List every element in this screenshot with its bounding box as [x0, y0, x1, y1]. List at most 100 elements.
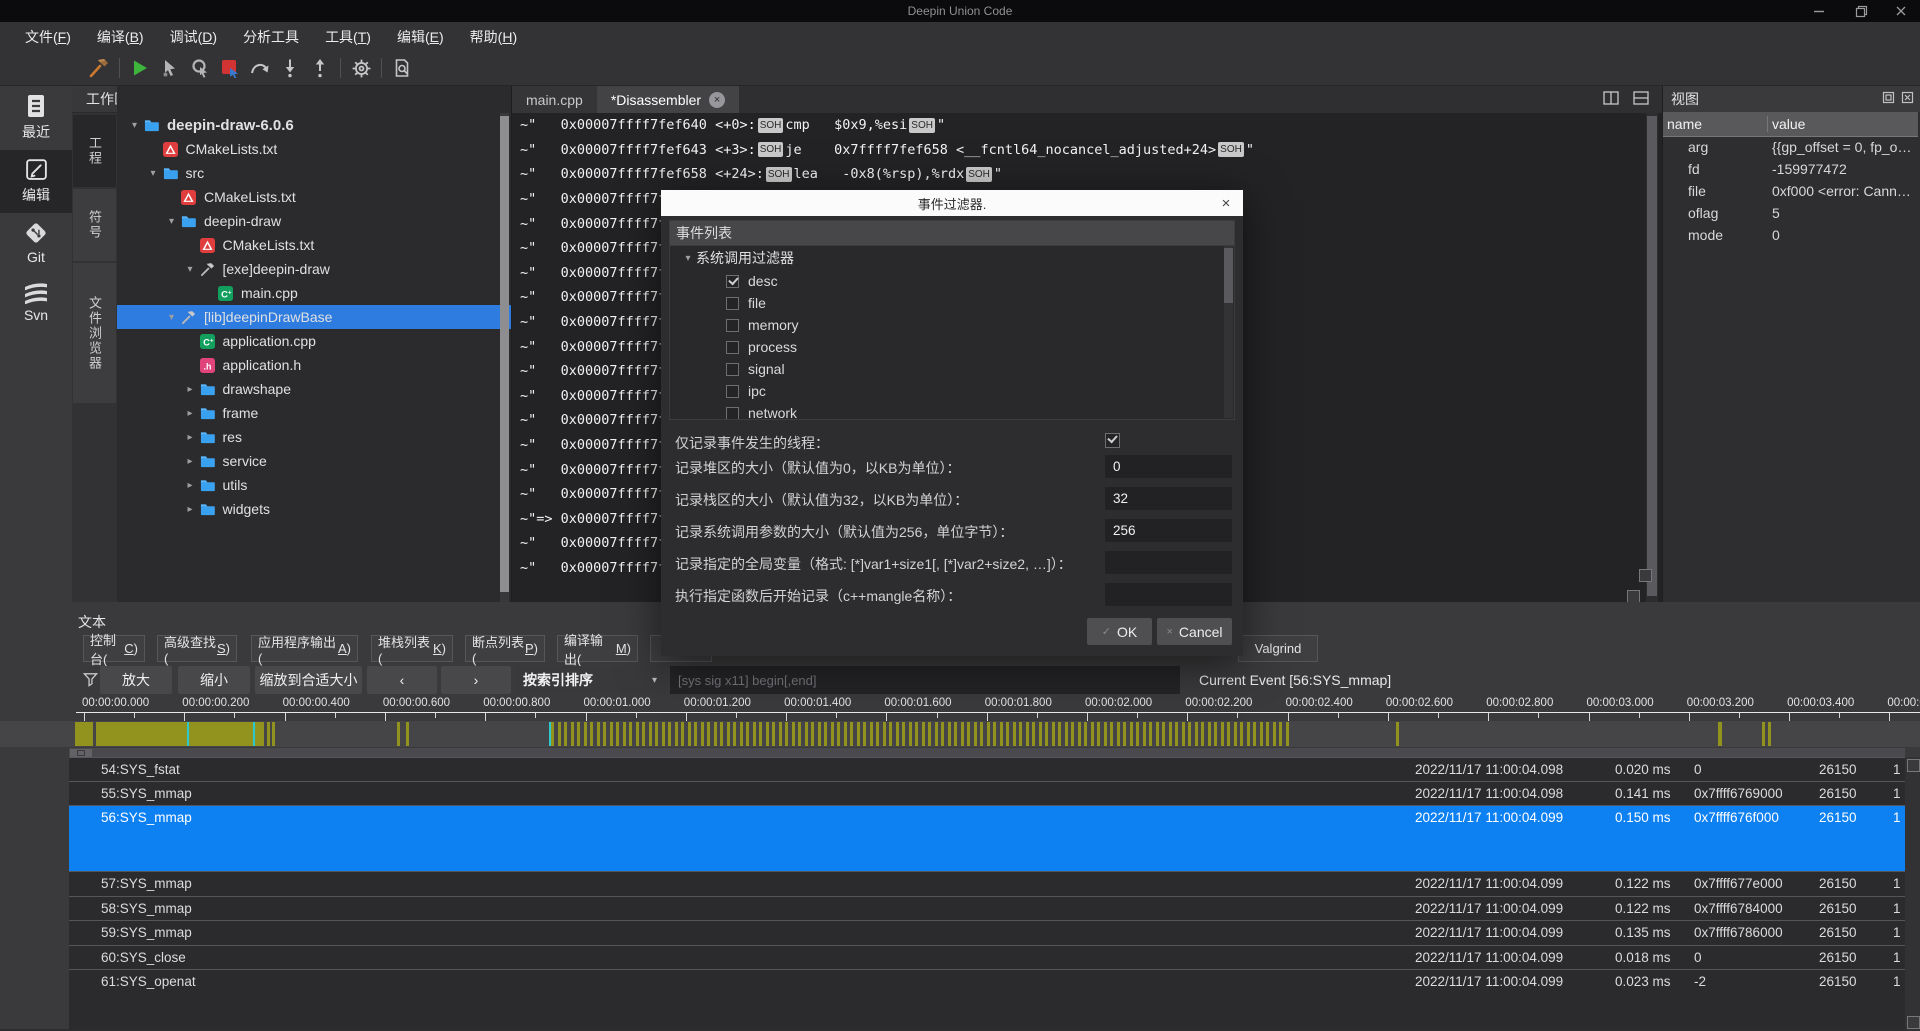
- expand-arrow-icon[interactable]: ▸: [181, 480, 200, 491]
- filter-option-ipc[interactable]: ipc: [670, 380, 1234, 402]
- expand-arrow-icon[interactable]: ▸: [181, 432, 200, 443]
- scroll-up-icon[interactable]: [1907, 759, 1920, 772]
- tree-item-frame[interactable]: ▸frame: [117, 401, 512, 425]
- view-row-oflag[interactable]: oflag 5: [1663, 202, 1918, 224]
- debug-record-button[interactable]: [185, 55, 215, 81]
- editor-tab-Disassembler[interactable]: *Disassembler×: [597, 86, 739, 113]
- filter-funnel-icon[interactable]: [82, 671, 99, 691]
- close-button[interactable]: [1888, 3, 1914, 19]
- event-list-scrollbar[interactable]: [1224, 246, 1233, 418]
- expand-arrow-icon[interactable]: ▸: [181, 384, 200, 395]
- checkbox-signal[interactable]: [726, 363, 739, 376]
- view-col-name[interactable]: name: [1663, 116, 1768, 132]
- tree-item-CMakeLists.txt[interactable]: CMakeLists.txt: [117, 233, 512, 257]
- event-row-57:SYS_mmap[interactable]: 57:SYS_mmap 2022/11/17 11:00:04.099 0.12…: [69, 871, 1905, 896]
- step-out-button[interactable]: [305, 55, 335, 81]
- expand-arrow-icon[interactable]: ▸: [181, 504, 200, 515]
- collapse-arrow-icon[interactable]: ▾: [144, 168, 163, 179]
- disassembly-line[interactable]: ~" 0x00007ffff7fe: [520, 531, 674, 556]
- disassembly-line[interactable]: ~"=> 0x00007ffff7fe: [520, 507, 674, 532]
- debug-attach-button[interactable]: [155, 55, 185, 81]
- dock-tab-Valgrind[interactable]: Valgrind: [1238, 635, 1318, 662]
- event-row-59:SYS_mmap[interactable]: 59:SYS_mmap 2022/11/17 11:00:04.099 0.13…: [69, 920, 1905, 945]
- view-row-fd[interactable]: fd -159977472: [1663, 158, 1918, 180]
- side-tab-工程[interactable]: 工程: [73, 115, 116, 187]
- filter-option-file[interactable]: file: [670, 292, 1234, 314]
- tree-scrollbar[interactable]: [500, 113, 509, 602]
- search-doc-button[interactable]: [387, 55, 417, 81]
- disassembly-line[interactable]: ~" 0x00007ffff7fef643 <+3>:SOHje 0x7ffff…: [520, 138, 1254, 163]
- event-list-scrollbar-thumb[interactable]: [1224, 248, 1233, 303]
- splitter-workspace-editor[interactable]: [511, 86, 512, 602]
- timeline-zoom-in-button[interactable]: 放大: [100, 666, 172, 694]
- filter-option-process[interactable]: process: [670, 336, 1234, 358]
- activity-item-Svn[interactable]: Svn: [0, 273, 72, 331]
- tree-item-[exe]deepin-draw[interactable]: ▾[exe]deepin-draw: [117, 257, 512, 281]
- event-row-56:SYS_mmap[interactable]: 56:SYS_mmap 2022/11/17 11:00:04.099 0.15…: [69, 805, 1905, 871]
- close-panel-icon[interactable]: [1901, 91, 1914, 107]
- dialog-input-1[interactable]: [1105, 455, 1232, 478]
- dialog-titlebar[interactable]: 事件过滤器. ×: [661, 190, 1243, 216]
- window-titlebar[interactable]: Deepin Union Code: [0, 0, 1920, 22]
- checkbox-network[interactable]: [726, 407, 739, 420]
- activity-item-编辑[interactable]: 编辑: [0, 150, 72, 213]
- tree-item-res[interactable]: ▸res: [117, 425, 512, 449]
- collapse-arrow-icon[interactable]: ▾: [162, 216, 181, 227]
- minimize-button[interactable]: [1806, 3, 1832, 19]
- sort-order-dropdown[interactable]: 按索引排序 ▾: [515, 666, 665, 694]
- timeline-fit-button[interactable]: 缩放到合适大小: [255, 666, 362, 694]
- menu-item-4[interactable]: 分析工具: [230, 22, 312, 51]
- tree-item-application.h[interactable]: .happlication.h: [117, 353, 512, 377]
- filter-option-memory[interactable]: memory: [670, 314, 1234, 336]
- menu-item-3[interactable]: 调试(D): [157, 22, 230, 51]
- editor-scrollbar[interactable]: [1646, 113, 1658, 602]
- filter-option-desc[interactable]: desc: [670, 270, 1234, 292]
- event-table-scrollbar[interactable]: [1905, 757, 1920, 1031]
- tab-close-icon[interactable]: ×: [709, 92, 725, 108]
- dock-tab-应用程序输出(A)[interactable]: 应用程序输出(A): [251, 635, 358, 662]
- tree-item-deepin-draw[interactable]: ▾deepin-draw: [117, 209, 512, 233]
- filter-option-network[interactable]: network: [670, 402, 1234, 420]
- tree-item-main.cpp[interactable]: C+main.cpp: [117, 281, 512, 305]
- menu-item-7[interactable]: 帮助(H): [457, 22, 530, 51]
- checkbox-memory[interactable]: [726, 319, 739, 332]
- dialog-input-3[interactable]: [1105, 519, 1232, 542]
- tree-item-widgets[interactable]: ▸widgets: [117, 497, 512, 521]
- scroll-down-icon[interactable]: [1907, 1016, 1920, 1029]
- filter-option-signal[interactable]: signal: [670, 358, 1234, 380]
- cancel-button[interactable]: × Cancel: [1157, 618, 1232, 645]
- tree-item-application.cpp[interactable]: C+application.cpp: [117, 329, 512, 353]
- dialog-input-5[interactable]: [1105, 583, 1232, 606]
- expand-arrow-icon[interactable]: ▸: [181, 408, 200, 419]
- view-col-value[interactable]: value: [1768, 116, 1805, 132]
- menu-item-2[interactable]: 编译(B): [84, 22, 157, 51]
- syscall-filter-root[interactable]: ▾ 系统调用过滤器: [670, 246, 1234, 270]
- view-row-mode[interactable]: mode 0: [1663, 224, 1918, 246]
- event-row-55:SYS_mmap[interactable]: 55:SYS_mmap 2022/11/17 11:00:04.098 0.14…: [69, 781, 1905, 805]
- editor-scrollbar-thumb[interactable]: [1647, 116, 1657, 596]
- timeline-search-input[interactable]: [670, 666, 1180, 694]
- timeline-hscrollbar-handle[interactable]: [70, 749, 92, 757]
- split-horizontal-icon[interactable]: [1603, 91, 1619, 108]
- record-thread-checkbox[interactable]: [1105, 433, 1120, 448]
- float-panel-icon[interactable]: [1882, 91, 1895, 107]
- expand-arrow-icon[interactable]: ▸: [181, 456, 200, 467]
- dock-tab-堆栈列表(K)[interactable]: 堆栈列表(K): [371, 635, 453, 662]
- dock-tab-高级查找(S)[interactable]: 高级查找(S): [157, 635, 237, 662]
- tree-item-service[interactable]: ▸service: [117, 449, 512, 473]
- tree-item-CMakeLists.txt[interactable]: CMakeLists.txt: [117, 185, 512, 209]
- split-vertical-icon[interactable]: [1633, 91, 1649, 108]
- tree-item-CMakeLists.txt[interactable]: CMakeLists.txt: [117, 137, 512, 161]
- dock-tab-控制台(C)[interactable]: 控制台(C): [83, 635, 145, 662]
- side-tab-符号[interactable]: 符号: [73, 189, 116, 261]
- step-over-button[interactable]: [245, 55, 275, 81]
- dialog-input-2[interactable]: [1105, 487, 1232, 510]
- dock-tab-编译输出(M)[interactable]: 编译输出(M): [557, 635, 638, 662]
- dialog-input-4[interactable]: [1105, 551, 1232, 574]
- restore-button[interactable]: [1848, 3, 1874, 19]
- tree-item-drawshape[interactable]: ▸drawshape: [117, 377, 512, 401]
- run-button[interactable]: [125, 55, 155, 81]
- disassembly-line[interactable]: ~" 0x00007ffff7fe: [520, 556, 674, 581]
- menu-item-1[interactable]: 文件(F): [12, 22, 84, 51]
- collapse-arrow-icon[interactable]: ▾: [162, 312, 181, 323]
